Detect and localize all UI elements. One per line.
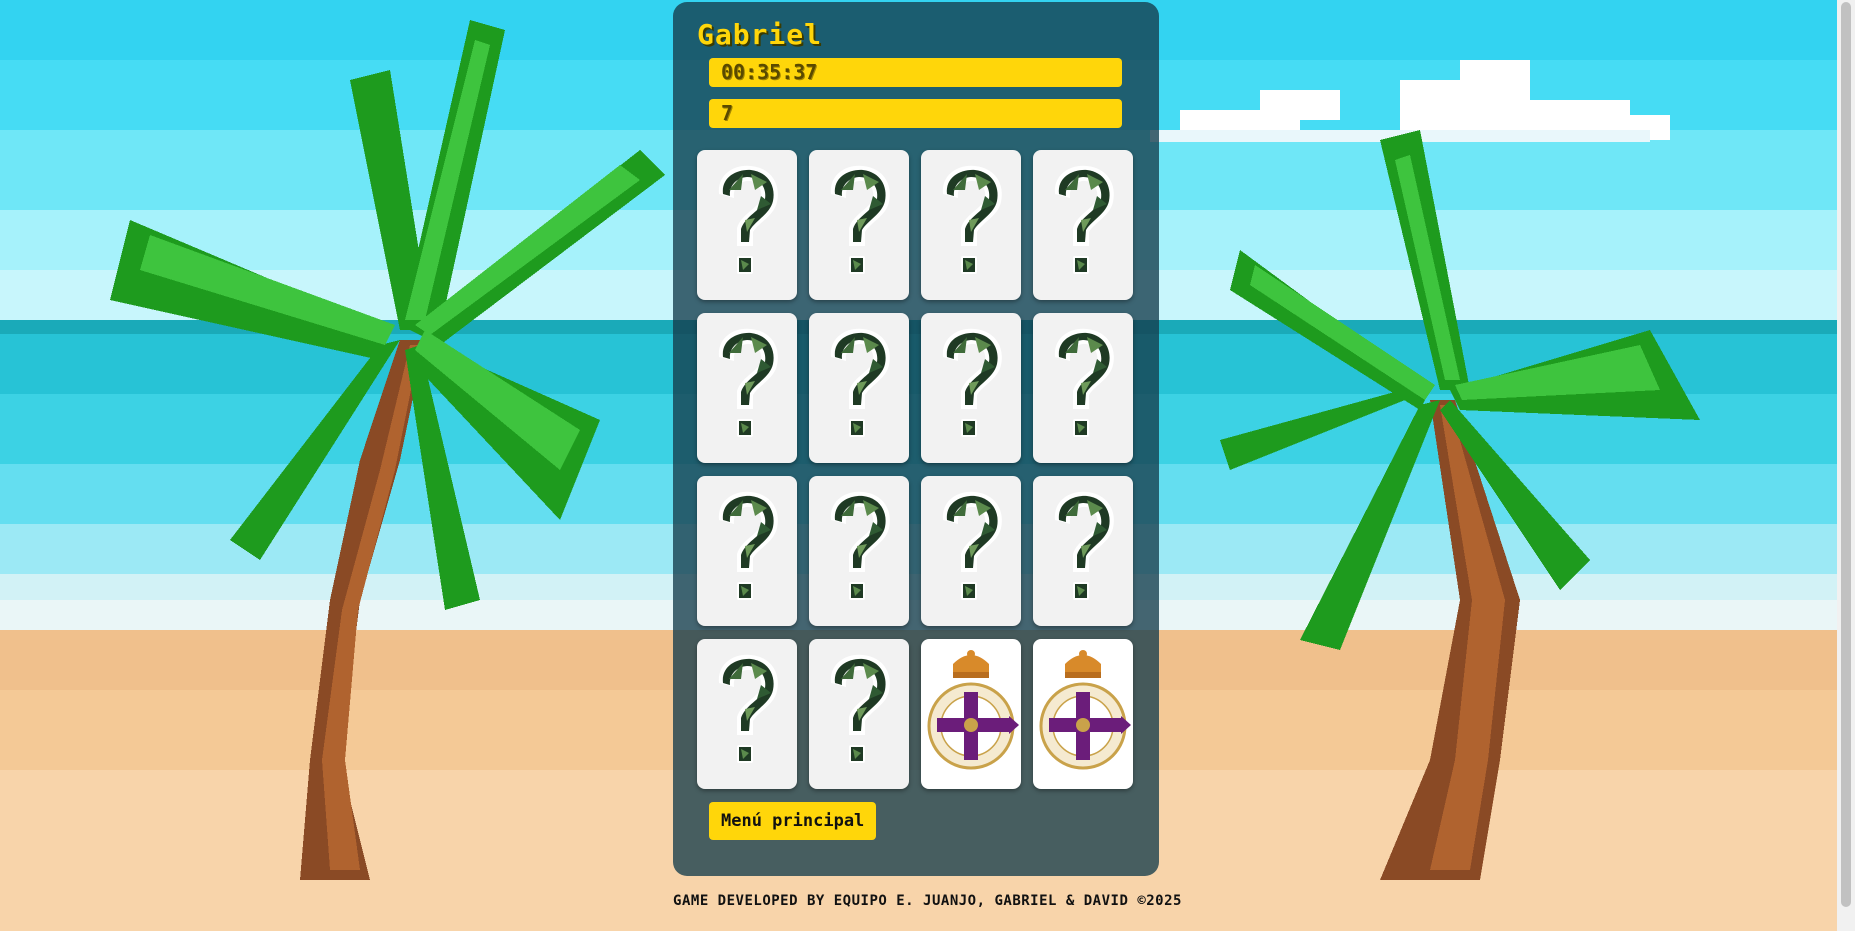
memory-card-hidden[interactable] — [809, 476, 909, 626]
card-grid — [697, 150, 1133, 789]
memory-card-hidden[interactable] — [921, 476, 1021, 626]
memory-card-hidden[interactable] — [809, 313, 909, 463]
memory-card-revealed[interactable] — [1033, 639, 1133, 789]
player-name: Gabriel — [697, 18, 823, 51]
memory-card-hidden[interactable] — [697, 150, 797, 300]
question-mark-leaf-icon — [931, 160, 1011, 290]
memory-card-hidden[interactable] — [697, 476, 797, 626]
question-mark-leaf-icon — [931, 323, 1011, 453]
memory-card-hidden[interactable] — [921, 150, 1021, 300]
memory-card-hidden[interactable] — [921, 313, 1021, 463]
question-mark-leaf-icon — [707, 160, 787, 290]
game-panel: Gabriel 00:35:37 7 Menú principal — [673, 2, 1159, 876]
memory-card-revealed[interactable] — [921, 639, 1021, 789]
timer-display: 00:35:37 — [709, 58, 1122, 87]
deportivo-crest-icon — [1035, 644, 1131, 784]
question-mark-leaf-icon — [819, 160, 899, 290]
main-menu-button[interactable]: Menú principal — [709, 802, 877, 840]
question-mark-leaf-icon — [819, 486, 899, 616]
footer-credits: GAME DEVELOPED BY EQUIPO E. JUANJO, GABR… — [673, 893, 1182, 909]
question-mark-leaf-icon — [819, 323, 899, 453]
memory-card-hidden[interactable] — [697, 313, 797, 463]
moves-counter: 7 — [709, 99, 1122, 128]
question-mark-leaf-icon — [1043, 486, 1123, 616]
memory-card-hidden[interactable] — [1033, 313, 1133, 463]
question-mark-leaf-icon — [707, 486, 787, 616]
memory-card-hidden[interactable] — [697, 639, 797, 789]
scrollbar-thumb[interactable] — [1841, 2, 1851, 907]
question-mark-leaf-icon — [1043, 323, 1123, 453]
memory-card-hidden[interactable] — [1033, 476, 1133, 626]
question-mark-leaf-icon — [1043, 160, 1123, 290]
question-mark-leaf-icon — [819, 649, 899, 779]
deportivo-crest-icon — [923, 644, 1019, 784]
question-mark-leaf-icon — [707, 649, 787, 779]
page-scrollbar[interactable] — [1837, 0, 1855, 931]
memory-card-hidden[interactable] — [1033, 150, 1133, 300]
memory-card-hidden[interactable] — [809, 639, 909, 789]
question-mark-leaf-icon — [931, 486, 1011, 616]
question-mark-leaf-icon — [707, 323, 787, 453]
memory-card-hidden[interactable] — [809, 150, 909, 300]
